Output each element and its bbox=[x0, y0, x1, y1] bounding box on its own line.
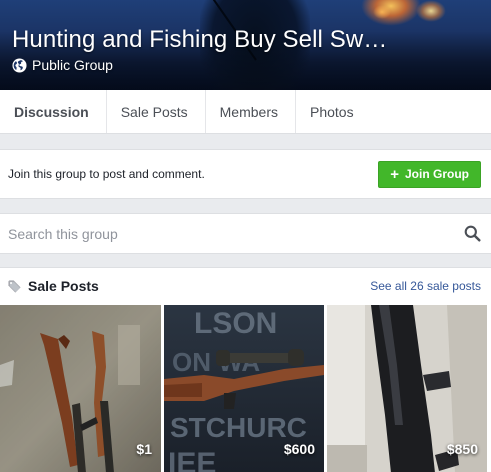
group-privacy: Public Group bbox=[12, 57, 113, 73]
sale-posts-title-label: Sale Posts bbox=[28, 278, 99, 294]
group-title[interactable]: Hunting and Fishing Buy Sell Sw… bbox=[12, 26, 387, 54]
svg-text:LSON: LSON bbox=[194, 307, 277, 340]
search-icon[interactable] bbox=[464, 225, 481, 242]
cover-flare bbox=[361, 0, 421, 26]
sale-posts-thumbnails: $1 LSON ON WA STCHURC IEE bbox=[0, 305, 491, 472]
svg-text:IEE: IEE bbox=[168, 447, 216, 472]
cover-flare bbox=[416, 0, 446, 22]
join-prompt-text: Join this group to post and comment. bbox=[8, 167, 205, 181]
plus-icon: + bbox=[390, 165, 399, 183]
join-group-button[interactable]: + Join Group bbox=[378, 160, 481, 188]
see-all-sale-posts-link[interactable]: See all 26 sale posts bbox=[370, 279, 481, 293]
tab-members[interactable]: Members bbox=[206, 90, 296, 133]
search-input[interactable] bbox=[8, 225, 428, 242]
group-search-bar bbox=[0, 213, 491, 254]
tab-discussion[interactable]: Discussion bbox=[0, 90, 107, 133]
join-group-button-label: Join Group bbox=[405, 167, 469, 181]
sale-post-card[interactable]: $1 bbox=[0, 305, 161, 472]
sale-post-price: $600 bbox=[283, 441, 315, 457]
group-privacy-label: Public Group bbox=[32, 57, 113, 73]
cover-flare bbox=[373, 5, 391, 19]
sale-posts-title: Sale Posts bbox=[7, 278, 99, 294]
group-tabs: Discussion Sale Posts Members Photos bbox=[0, 90, 491, 134]
tag-icon bbox=[8, 279, 21, 293]
tab-photos[interactable]: Photos bbox=[296, 90, 371, 133]
sale-posts-section: Sale Posts See all 26 sale posts $1 LSON… bbox=[0, 267, 491, 472]
tab-sale-posts[interactable]: Sale Posts bbox=[107, 90, 206, 133]
sale-post-price: $1 bbox=[136, 441, 152, 457]
globe-icon bbox=[12, 57, 27, 73]
svg-text:STCHURC: STCHURC bbox=[170, 412, 307, 443]
sale-posts-header: Sale Posts See all 26 sale posts bbox=[0, 268, 491, 304]
sale-post-price: $850 bbox=[446, 441, 478, 457]
group-cover[interactable]: Hunting and Fishing Buy Sell Sw… Public … bbox=[0, 0, 491, 90]
sale-post-card[interactable]: LSON ON WA STCHURC IEE $600 bbox=[164, 305, 324, 472]
join-prompt-bar: Join this group to post and comment. + J… bbox=[0, 149, 491, 199]
sale-post-card[interactable]: $850 bbox=[327, 305, 487, 472]
